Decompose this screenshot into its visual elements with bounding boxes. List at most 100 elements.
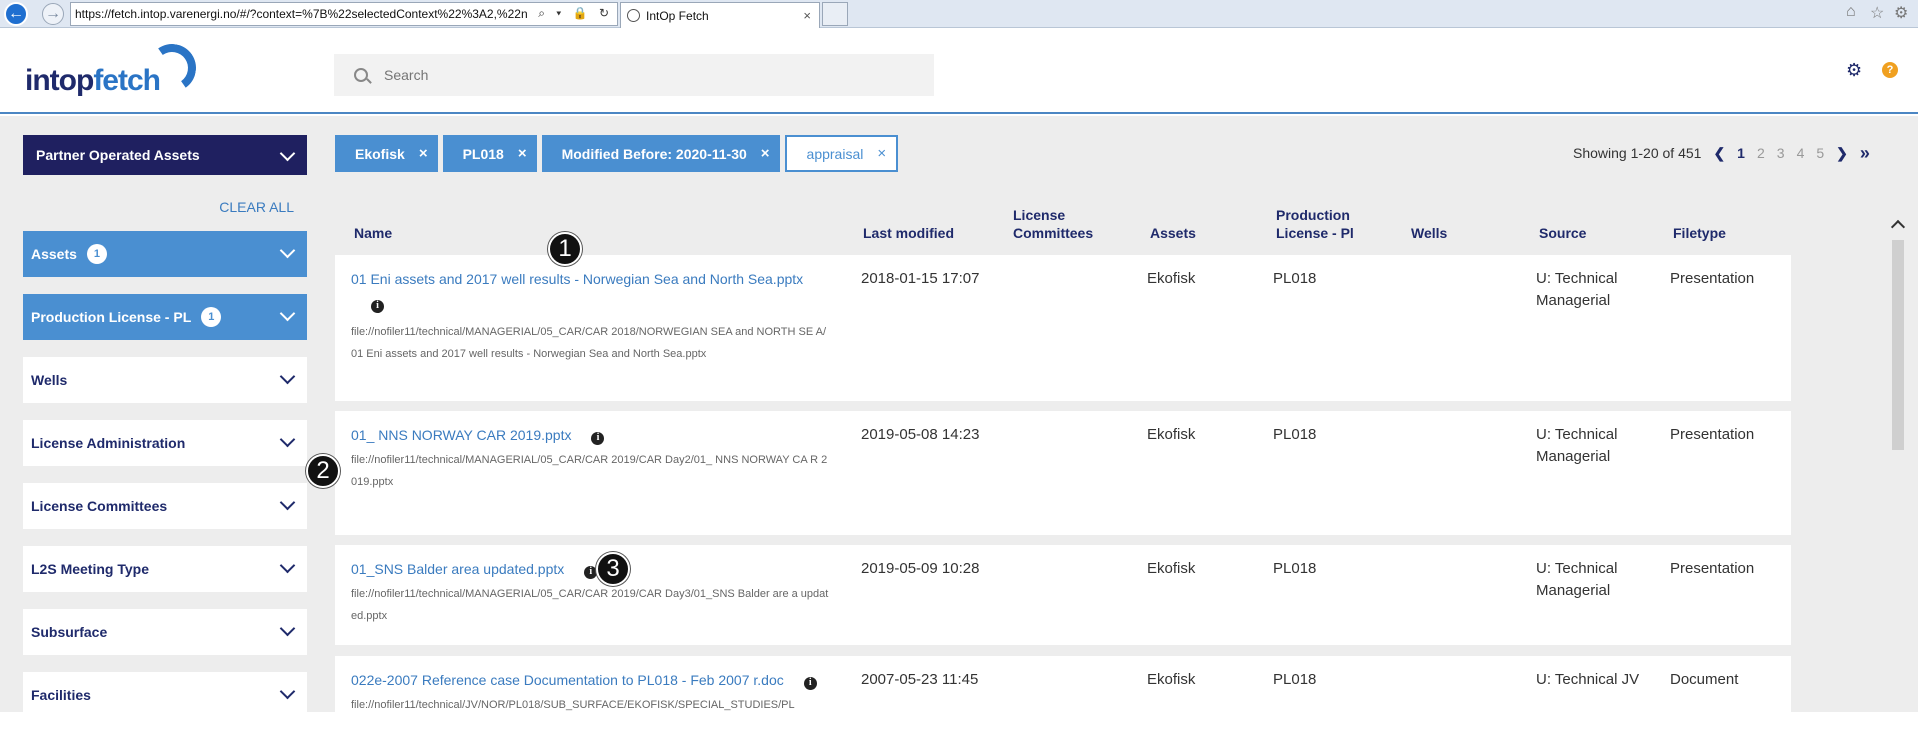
facet-license-committees[interactable]: License Committees (23, 483, 307, 529)
info-icon[interactable]: i (591, 431, 605, 445)
page-1-link[interactable]: 1 (1737, 145, 1745, 161)
new-tab-button[interactable] (822, 2, 848, 26)
facet-production-license-pl[interactable]: Production License - PL 1 (23, 294, 307, 340)
forward-button[interactable]: → (42, 3, 64, 25)
result-assets: Ekofisk (1147, 426, 1196, 443)
gear-icon[interactable]: ⚙ (1894, 3, 1908, 23)
remove-filter-icon[interactable]: × (761, 145, 770, 162)
remove-filter-icon[interactable]: × (877, 145, 886, 162)
favicon-icon (627, 9, 640, 22)
annotation-marker: 3 (596, 552, 630, 586)
last-page-icon[interactable]: » (1860, 143, 1870, 164)
result-last-modified: 2019-05-08 14:23 (861, 426, 980, 443)
chevron-down-icon (279, 620, 296, 637)
home-icon[interactable]: ⌂ (1846, 3, 1856, 21)
search-input[interactable] (384, 67, 884, 83)
browser-toolbar: ← → https://fetch.intop.varenergi.no/#/?… (0, 0, 1918, 28)
facet-l2s-meeting-type[interactable]: L2S Meeting Type (23, 546, 307, 592)
facet-label: L2S Meeting Type (31, 561, 149, 577)
result-name-link[interactable]: 01_SNS Balder area updated.pptx (351, 561, 564, 577)
help-icon[interactable]: ? (1882, 62, 1898, 78)
facet-count-badge: 1 (201, 307, 222, 327)
facet-license-administration[interactable]: License Administration (23, 420, 307, 466)
search-box[interactable] (334, 54, 934, 96)
info-icon[interactable]: i (803, 676, 817, 690)
clear-all-link[interactable]: CLEAR ALL (23, 199, 307, 217)
result-last-modified: 2007-05-23 11:45 (861, 671, 979, 688)
facet-list: Assets 1 Production License - PL 1 Wells Lice… (23, 231, 307, 718)
facet-label: Assets (31, 246, 77, 262)
result-file-path: file://nofiler11/technical/JV/NOR/PL018/… (351, 699, 795, 711)
logo[interactable]: intopfetch (25, 64, 161, 98)
chevron-down-icon (279, 145, 296, 162)
result-row: 01 Eni assets and 2017 well results - No… (335, 255, 1791, 401)
chevron-down-icon (279, 431, 296, 448)
result-name-link[interactable]: 01 Eni assets and 2017 well results - No… (351, 271, 803, 287)
col-filetype[interactable]: Filetype (1673, 224, 1726, 242)
logo-text-intop: intop (25, 64, 94, 97)
result-production-license: PL018 (1273, 426, 1317, 443)
next-page-icon[interactable]: ❯ (1836, 145, 1848, 162)
result-filetype: Presentation (1670, 270, 1755, 287)
result-file-path: file://nofiler11/technical/MANAGERIAL/05… (351, 454, 828, 488)
col-last-modified[interactable]: Last modified (863, 224, 954, 242)
result-file-path: file://nofiler11/technical/MANAGERIAL/05… (351, 588, 829, 622)
scrollbar[interactable] (1890, 218, 1906, 712)
info-icon[interactable]: i (371, 299, 384, 313)
annotation-marker: 1 (548, 232, 582, 266)
facet-count-badge: 1 (86, 244, 107, 264)
result-row: 022e-2007 Reference case Documentation t… (335, 656, 1791, 716)
facet-facilities[interactable]: Facilities (23, 672, 307, 718)
page-5-link[interactable]: 5 (1816, 145, 1824, 161)
remove-filter-icon[interactable]: × (419, 145, 428, 162)
tab-title: IntOp Fetch (646, 8, 709, 23)
result-filetype: Presentation (1670, 426, 1755, 443)
page-4-link[interactable]: 4 (1797, 145, 1805, 161)
result-source: U: Technical JV (1536, 671, 1640, 688)
facet-label: License Committees (31, 498, 168, 514)
col-name[interactable]: Name (354, 224, 392, 242)
result-name-link[interactable]: 022e-2007 Reference case Documentation t… (351, 672, 784, 688)
facet-label: Facilities (31, 687, 91, 703)
page-2-link[interactable]: 2 (1757, 145, 1765, 161)
result-name-cell: 01 Eni assets and 2017 well results - No… (351, 268, 831, 315)
address-bar-icons: ⌕ ▾ 🔒 ↻ (538, 6, 613, 20)
settings-gear-icon[interactable]: ⚙ (1846, 60, 1862, 81)
tab-close-icon[interactable]: × (803, 8, 811, 23)
facet-subsurface[interactable]: Subsurface (23, 609, 307, 655)
result-production-license: PL018 (1273, 270, 1317, 287)
col-assets[interactable]: Assets (1150, 224, 1196, 242)
remove-filter-icon[interactable]: × (518, 145, 527, 162)
page-3-link[interactable]: 3 (1777, 145, 1785, 161)
col-wells[interactable]: Wells (1411, 224, 1447, 242)
scroll-up-icon[interactable] (1890, 219, 1906, 235)
chevron-down-icon (279, 305, 296, 322)
col-source[interactable]: Source (1539, 224, 1586, 242)
col-production-license[interactable]: Production License - Pl (1276, 206, 1386, 242)
filter-chip-label: PL018 (462, 145, 504, 162)
col-license-committees[interactable]: License Committees (1013, 206, 1103, 242)
result-filetype: Document (1670, 671, 1739, 688)
facet-label: Wells (31, 372, 68, 388)
prev-page-icon[interactable]: ❮ (1713, 145, 1725, 162)
chevron-down-icon (279, 242, 296, 259)
facet-wells[interactable]: Wells (23, 357, 307, 403)
address-bar[interactable]: https://fetch.intop.varenergi.no/#/?cont… (70, 2, 618, 26)
chevron-down-icon (279, 368, 296, 385)
context-dropdown[interactable]: Partner Operated Assets (23, 135, 307, 175)
result-file-path: file://nofiler11/technical/MANAGERIAL/05… (351, 326, 827, 360)
browser-tab[interactable]: IntOp Fetch × (620, 2, 820, 28)
facet-label: Production License - PL (31, 309, 192, 325)
filter-chip-label: appraisal (806, 145, 864, 162)
chevron-down-icon (279, 557, 296, 574)
chevron-down-icon (279, 494, 296, 511)
star-icon[interactable]: ☆ (1870, 3, 1884, 23)
facet-assets[interactable]: Assets 1 (23, 231, 307, 277)
url-text: https://fetch.intop.varenergi.no/#/?cont… (75, 7, 528, 21)
scroll-thumb[interactable] (1892, 240, 1904, 450)
active-filters: Ekofisk × PL018 × Modified Before: 2020-11-3… (335, 135, 903, 172)
result-name-link[interactable]: 01_ NNS NORWAY CAR 2019.pptx (351, 427, 571, 443)
result-row: 01_ NNS NORWAY CAR 2019.pptx i file://nofi… (335, 411, 1791, 535)
back-button[interactable]: ← (4, 2, 28, 26)
result-assets: Ekofisk (1147, 671, 1196, 688)
